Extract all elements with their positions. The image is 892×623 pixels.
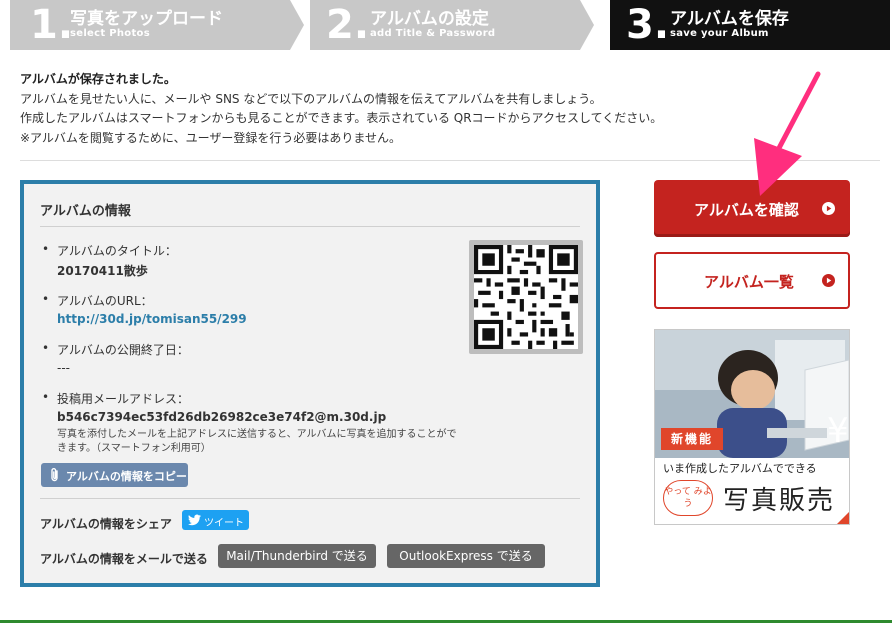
annotation-arrow-icon (754, 71, 821, 196)
step-2-number: 2. (326, 2, 370, 48)
step-1-title: 写真をアップロード (70, 9, 223, 29)
step-progress-bar: 1. 写真をアップロード select Photos 2. アルバムの設定 ad… (0, 0, 892, 50)
step-2-chevron (580, 0, 594, 50)
step-2-title: アルバムの設定 (370, 9, 489, 29)
step-1-subtitle: select Photos (70, 28, 150, 39)
album-info-heading: アルバムの情報 (40, 204, 131, 219)
album-expiry-value: --- (57, 361, 70, 375)
step-3-active: 3. アルバムを保存 save your Album (610, 0, 890, 50)
ad-caption: いま作成したアルバムでできる (663, 462, 817, 475)
step-3-subtitle: save your Album (670, 28, 769, 39)
copy-album-info-button[interactable]: アルバムの情報をコピー (41, 463, 188, 487)
album-list-label: アルバム一覧 (704, 273, 794, 291)
mail-send-label: アルバムの情報をメールで送る (40, 552, 208, 566)
step-2: 2. アルバムの設定 add Title & Password (310, 0, 594, 50)
album-list-button[interactable]: アルバム一覧 (654, 252, 850, 309)
step-2-subtitle: add Title & Password (370, 28, 496, 39)
album-info-panel: アルバムの情報 • アルバムのタイトル： 20170411散歩 • アルバムのU… (20, 180, 600, 587)
qr-code (469, 240, 583, 354)
play-circle-icon (822, 274, 835, 287)
corner-triangle-icon (837, 512, 849, 524)
step-1-chevron (290, 0, 304, 50)
share-label: アルバムの情報をシェア (40, 517, 172, 531)
twitter-bird-icon (188, 514, 201, 526)
step-3-number: 3. (626, 2, 670, 48)
post-email-label: 投稿用メールアドレス： (57, 392, 190, 406)
step-1: 1. 写真をアップロード select Photos (10, 0, 304, 50)
qr-code-icon (474, 245, 578, 349)
new-feature-badge: 新機能 (661, 428, 723, 450)
step-3-title: アルバムを保存 (670, 9, 789, 29)
step-1-number: 1. (30, 2, 74, 48)
play-circle-icon (822, 202, 835, 215)
post-email-value: b546c7394ec53fd26db26982ce3e74f2@m.30d.j… (57, 410, 387, 424)
divider (40, 226, 580, 227)
send-thunderbird-button[interactable]: Mail/Thunderbird で送る (218, 544, 376, 568)
album-url-label: アルバムのURL： (57, 294, 153, 308)
divider (40, 498, 580, 499)
album-url-link[interactable]: http://30d.jp/tomisan55/299 (57, 312, 247, 326)
album-title-label: アルバムのタイトル： (57, 244, 177, 258)
tweet-button[interactable]: ツイート (182, 510, 249, 530)
copy-album-info-label: アルバムの情報をコピー (66, 470, 187, 483)
paperclip-icon (51, 468, 58, 482)
photo-sales-ad-banner[interactable]: ¥ 新機能 いま作成したアルバムでできる やって みよう 写真販売 (654, 329, 850, 525)
try-it-badge: やって みよう (663, 480, 713, 516)
album-expiry-label: アルバムの公開終了日： (57, 343, 189, 357)
photo-sales-title: 写真販売 (723, 486, 836, 516)
svg-text:¥: ¥ (827, 411, 849, 451)
album-title-value: 20170411散歩 (57, 264, 148, 278)
post-email-note: 写真を添付したメールを上記アドレスに送信すると、アルバムに写真を追加することがで… (57, 429, 457, 454)
send-outlook-button[interactable]: OutlookExpress で送る (387, 544, 545, 568)
tweet-label: ツイート (204, 518, 244, 529)
